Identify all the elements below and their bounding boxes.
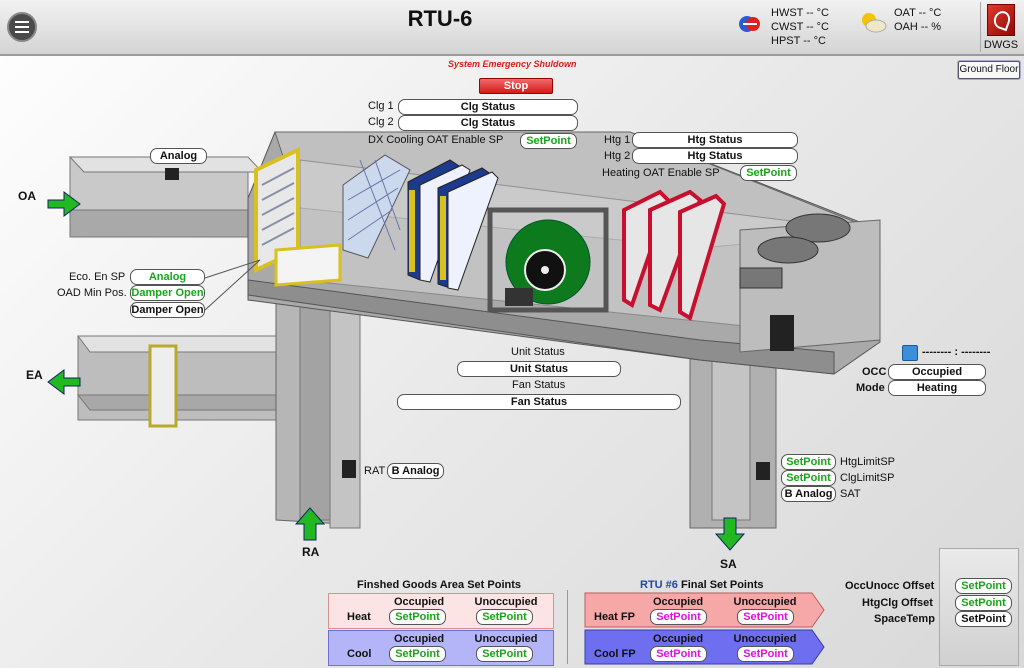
dwgs-label: DWGS xyxy=(983,39,1019,51)
fg-heat-unoccupied-setpoint[interactable]: SetPoint xyxy=(476,609,533,625)
sa-label: SA xyxy=(720,557,737,571)
unit-status-value[interactable]: Unit Status xyxy=(457,361,621,377)
water-temperature-icon xyxy=(739,16,760,32)
schedule-clock-icon[interactable] xyxy=(902,345,918,361)
fg-cool-unoccupied-header: Unoccupied xyxy=(474,633,538,645)
final-heat-occupied-header: Occupied xyxy=(652,596,704,608)
rat-label: RAT xyxy=(364,465,386,477)
heating-oat-enable-label: Heating OAT Enable SP xyxy=(602,167,720,179)
damper-status-value[interactable]: Damper Open xyxy=(130,302,205,318)
oad-min-pos-value[interactable]: Damper Open xyxy=(130,285,205,301)
eco-en-sp-label: Eco. En SP xyxy=(69,271,126,283)
fg-heat-occupied-header: Occupied xyxy=(393,596,445,608)
occ-label: OCC xyxy=(862,366,887,378)
cwst-readout: CWST -- °C xyxy=(771,21,829,33)
fg-heat-occupied-setpoint[interactable]: SetPoint xyxy=(389,609,446,625)
ea-label: EA xyxy=(26,368,43,382)
exhaust-damper xyxy=(148,344,178,428)
rat-value[interactable]: B Analog xyxy=(387,463,444,479)
fan-status-label: Fan Status xyxy=(512,379,566,391)
page-title: RTU-6 xyxy=(407,6,473,31)
fg-heat-unoccupied-header: Unoccupied xyxy=(474,596,538,608)
oa-label: OA xyxy=(18,189,36,203)
final-heat-label: Heat FP xyxy=(594,611,635,623)
hpst-readout: HPST -- °C xyxy=(771,35,826,47)
clg1-label: Clg 1 xyxy=(368,100,394,112)
drawings-pdf-button[interactable]: DWGS xyxy=(980,2,1021,52)
oah-readout: OAH -- % xyxy=(894,21,942,33)
clg-limit-label: ClgLimitSP xyxy=(840,472,895,484)
final-cool-label: Cool FP xyxy=(594,648,636,660)
oat-readout: OAT -- °C xyxy=(894,7,942,19)
final-heat-occupied-setpoint[interactable]: SetPoint xyxy=(650,609,707,625)
pdf-icon xyxy=(987,4,1015,36)
fg-setpoints-title: Finshed Goods Area Set Points xyxy=(357,579,522,591)
fan-status-value[interactable]: Fan Status xyxy=(397,394,681,410)
eco-en-sp-value[interactable]: Analog xyxy=(130,269,205,285)
final-cool-occupied-header: Occupied xyxy=(652,633,704,645)
final-cool-unoccupied-header: Unoccupied xyxy=(733,633,797,645)
schedule-time-text: -------- : -------- xyxy=(922,346,991,358)
final-heat-unoccupied-setpoint[interactable]: SetPoint xyxy=(737,609,794,625)
dx-cooling-enable-label: DX Cooling OAT Enable SP xyxy=(368,134,504,146)
rtu-final-title: RTU #6 Final Set Points xyxy=(640,579,764,591)
occ-value[interactable]: Occupied xyxy=(888,364,986,380)
mode-label: Mode xyxy=(856,382,885,394)
final-heat-unoccupied-header: Unoccupied xyxy=(733,596,797,608)
oa-sensor xyxy=(165,168,179,180)
mode-value[interactable]: Heating xyxy=(888,380,986,396)
clg-limit-setpoint[interactable]: SetPoint xyxy=(781,470,836,486)
heating-oat-enable-setpoint[interactable]: SetPoint xyxy=(740,165,797,181)
fg-cool-occupied-setpoint[interactable]: SetPoint xyxy=(389,646,446,662)
fg-cool-label: Cool xyxy=(347,648,372,660)
weather-sun-cloud-icon xyxy=(862,13,887,33)
hwst-readout: HWST -- °C xyxy=(771,7,829,19)
ra-label: RA xyxy=(302,545,320,559)
htg1-status[interactable]: Htg Status xyxy=(632,132,798,148)
htg2-label: Htg 2 xyxy=(604,150,631,162)
final-cool-occupied-setpoint[interactable]: SetPoint xyxy=(650,646,707,662)
oad-min-pos-label: OAD Min Pos. xyxy=(57,287,127,299)
clg2-status[interactable]: Clg Status xyxy=(398,115,578,131)
htgclg-offset-label: HtgClg Offset xyxy=(862,597,933,609)
ground-floor-button[interactable]: Ground Floor xyxy=(958,61,1020,79)
rat-sensor xyxy=(342,460,356,478)
sat-sensor xyxy=(756,462,770,480)
dx-cooling-enable-setpoint[interactable]: SetPoint xyxy=(520,133,577,149)
stop-button[interactable]: Stop xyxy=(479,78,553,94)
hamburger-menu-icon[interactable] xyxy=(7,12,37,42)
occunocc-offset-label: OccUnocc Offset xyxy=(845,580,935,592)
clg1-status[interactable]: Clg Status xyxy=(398,99,578,115)
htg-limit-setpoint[interactable]: SetPoint xyxy=(781,454,836,470)
oa-sensor-value[interactable]: Analog xyxy=(150,148,207,164)
emergency-shutdown-label: System Emergency Shuldown xyxy=(448,59,577,69)
htg1-label: Htg 1 xyxy=(604,134,631,146)
unit-status-label: Unit Status xyxy=(511,346,565,358)
clg2-label: Clg 2 xyxy=(368,116,394,128)
sat-label: SAT xyxy=(840,488,861,500)
occunocc-offset-setpoint[interactable]: SetPoint xyxy=(955,578,1012,594)
htg-limit-label: HtgLimitSP xyxy=(840,456,896,468)
panel-divider xyxy=(567,590,568,664)
spacetemp-label: SpaceTemp xyxy=(874,613,935,625)
sat-value[interactable]: B Analog xyxy=(781,486,836,502)
final-cool-unoccupied-setpoint[interactable]: SetPoint xyxy=(737,646,794,662)
spacetemp-setpoint[interactable]: SetPoint xyxy=(955,611,1012,627)
fg-cool-unoccupied-setpoint[interactable]: SetPoint xyxy=(476,646,533,662)
htg2-status[interactable]: Htg Status xyxy=(632,148,798,164)
fg-cool-occupied-header: Occupied xyxy=(393,633,445,645)
htgclg-offset-setpoint[interactable]: SetPoint xyxy=(955,595,1012,611)
fg-heat-label: Heat xyxy=(347,611,371,623)
